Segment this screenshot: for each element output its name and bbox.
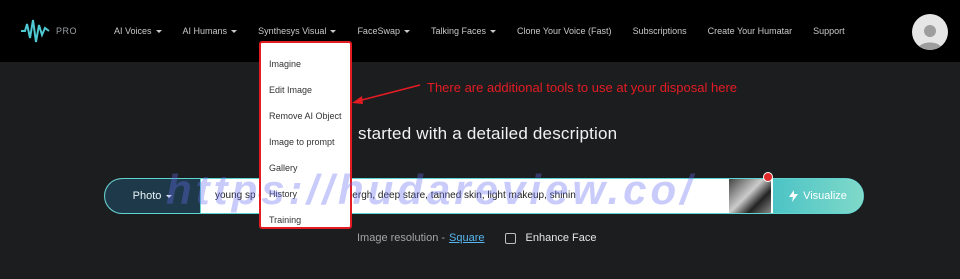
- nav-item-clone-voice[interactable]: Clone Your Voice (Fast): [517, 26, 612, 36]
- mode-select-button[interactable]: Photo: [105, 179, 201, 213]
- enhance-face-checkbox[interactable]: [504, 232, 516, 244]
- nav-label: Clone Your Voice (Fast): [517, 26, 612, 36]
- nav-label: Subscriptions: [632, 26, 687, 36]
- visualize-label: Visualize: [803, 190, 847, 202]
- caret-down-icon: [403, 29, 410, 33]
- nav-item-synthesys-visual[interactable]: Synthesys Visual: [258, 26, 337, 36]
- caret-down-icon: [490, 29, 496, 33]
- nav-item-create-humatar[interactable]: Create Your Humatar: [708, 26, 793, 36]
- caret-down-icon: [330, 29, 337, 33]
- menu-item-remove-ai-object[interactable]: Remove AI Object: [261, 103, 350, 129]
- lightning-icon: [789, 190, 799, 202]
- caret-down-icon: [166, 194, 173, 198]
- nav-label: FaceSwap: [357, 26, 400, 36]
- nav-label: Create Your Humatar: [707, 26, 793, 36]
- nav-label: AI Humans: [182, 26, 228, 36]
- menu-item-gallery[interactable]: Gallery: [261, 155, 350, 181]
- menu-item-image-to-prompt[interactable]: Image to prompt: [261, 129, 350, 155]
- waveform-logo-icon: [21, 19, 50, 43]
- resolution-link[interactable]: Square: [449, 232, 484, 244]
- nav-label: Synthesys Visual: [258, 26, 327, 36]
- nav-item-ai-voices[interactable]: AI Voices: [114, 26, 162, 36]
- enhance-face-label: Enhance Face: [525, 232, 597, 244]
- logo-pro-badge: PRO: [56, 26, 78, 36]
- menu-item-training[interactable]: Training: [261, 207, 350, 233]
- generation-options: Image resolution - Square Enhance Face: [357, 232, 596, 244]
- remove-image-icon[interactable]: [763, 172, 773, 182]
- user-icon: [918, 25, 942, 50]
- nav-label: Talking Faces: [430, 26, 486, 36]
- annotation-arrow-icon: [352, 84, 421, 104]
- caret-down-icon: [155, 29, 162, 33]
- nav-item-subscriptions[interactable]: Subscriptions: [633, 26, 687, 36]
- menu-item-imagine[interactable]: Imagine: [261, 51, 350, 77]
- nav-label: Support: [813, 26, 845, 36]
- logo[interactable]: PRO: [20, 16, 77, 46]
- menu-item-edit-image[interactable]: Edit Image: [261, 77, 350, 103]
- nav-item-faceswap[interactable]: FaceSwap: [357, 26, 410, 36]
- caret-down-icon: [231, 29, 238, 33]
- nav-item-talking-faces[interactable]: Talking Faces: [431, 26, 496, 36]
- user-avatar[interactable]: [912, 14, 948, 50]
- top-navbar: PRO AI Voices AI Humans Synthesys Visual…: [0, 0, 960, 62]
- visualize-button[interactable]: Visualize: [773, 179, 863, 213]
- nav-label: AI Voices: [114, 26, 152, 36]
- main-nav: AI Voices AI Humans Synthesys Visual Fac…: [114, 26, 866, 36]
- menu-item-history[interactable]: History: [261, 181, 350, 207]
- nav-item-support[interactable]: Support: [813, 26, 845, 36]
- nav-item-ai-humans[interactable]: AI Humans: [183, 26, 238, 36]
- hero-title: started with a detailed description: [358, 124, 618, 143]
- reference-image-thumbnail[interactable]: [729, 179, 771, 213]
- resolution-label: Image resolution -: [357, 232, 446, 244]
- annotation-text: There are additional tools to use at you…: [427, 80, 738, 95]
- prompt-bar: Photo young sp e style of Peter Lindberg…: [104, 178, 864, 214]
- synthesys-visual-dropdown: Imagine Edit Image Remove AI Object Imag…: [259, 41, 352, 229]
- mode-label: Photo: [132, 190, 162, 202]
